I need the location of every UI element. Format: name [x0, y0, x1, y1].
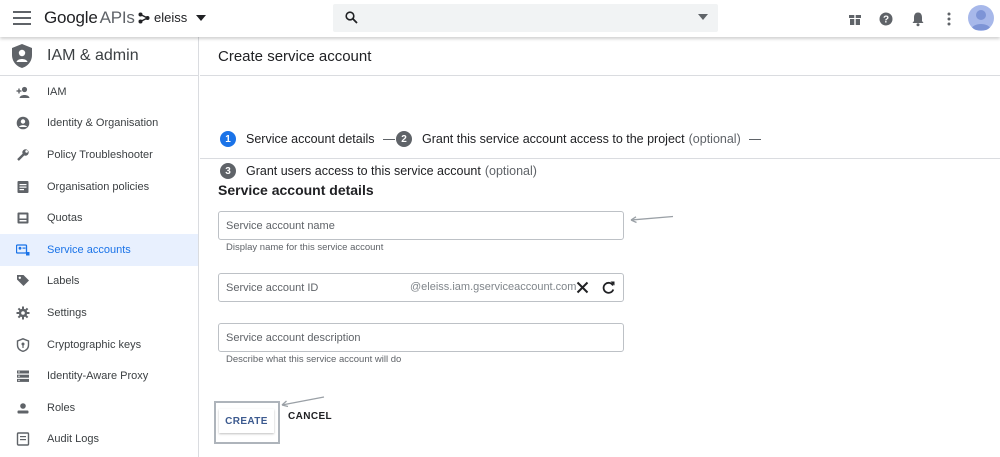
sidebar-title: IAM & admin	[47, 47, 139, 64]
policy-doc-icon	[17, 180, 29, 193]
avatar-person-icon	[971, 10, 991, 30]
sidebar-item-label: Quotas	[47, 212, 83, 225]
annotation-arrow-icon	[281, 396, 325, 408]
step-number: 1	[220, 131, 236, 147]
sidebar-item-label: Labels	[47, 275, 80, 288]
search-input[interactable]	[369, 8, 689, 28]
sidebar-item-iam[interactable]: IAM	[0, 76, 198, 108]
step-label: Service account details	[246, 132, 375, 146]
key-shield-icon	[16, 337, 30, 352]
service-account-name-input[interactable]	[226, 217, 411, 235]
search-icon	[345, 11, 358, 24]
svg-text:?: ?	[883, 15, 889, 26]
sidebar-item-settings[interactable]: Settings	[0, 297, 198, 329]
page-title: Create service account	[218, 48, 372, 65]
sidebar-item-service-accounts[interactable]: Service accounts	[0, 233, 198, 266]
annotation-arrow-icon	[630, 215, 674, 224]
sidebar-item-identity-aware-proxy[interactable]: Identity-Aware Proxy	[0, 360, 198, 392]
help-icon[interactable]: ?	[878, 11, 894, 27]
sidebar-item-label: Audit Logs	[47, 433, 99, 446]
description-hint: Describe what this service account will …	[226, 354, 402, 365]
sidebar-item-identity-organisation[interactable]: Identity & Organisation	[0, 108, 198, 140]
sidebar-item-label: Identity & Organisation	[47, 117, 159, 130]
service-account-id-input[interactable]	[226, 279, 411, 297]
service-account-icon	[16, 244, 30, 256]
wrench-icon	[17, 149, 29, 161]
create-button[interactable]: CREATE	[219, 409, 274, 433]
sidebar-item-label: IAM	[47, 85, 67, 98]
sidebar-item-roles[interactable]: Roles	[0, 392, 198, 424]
sidebar: IAM & admin IAM Identity & Organisation …	[0, 37, 199, 457]
more-vert-icon[interactable]	[941, 11, 957, 27]
search-bar[interactable]	[333, 4, 718, 32]
roles-icon	[17, 402, 29, 414]
sidebar-item-label: Policy Troubleshooter	[47, 148, 153, 161]
label-icon	[17, 275, 29, 287]
cancel-button[interactable]: CANCEL	[288, 411, 332, 422]
stepper: 1 Service account details 2 Grant this s…	[200, 76, 1000, 179]
service-account-name-field[interactable]	[218, 211, 624, 240]
stepper-divider	[200, 158, 1000, 159]
audit-icon	[16, 432, 30, 447]
step-number: 3	[220, 163, 236, 179]
sidebar-item-label: Service accounts	[47, 243, 131, 256]
step-connector	[748, 138, 761, 140]
step-label: Grant this service account access to the…	[422, 132, 685, 146]
sidebar-item-label: Roles	[47, 401, 76, 414]
person-add-icon	[16, 86, 30, 98]
sidebar-item-labels[interactable]: Labels	[0, 266, 198, 298]
step-label: Grant users access to this service accou…	[246, 164, 481, 178]
project-name: eleiss	[154, 10, 188, 25]
sidebar-item-label: Settings	[47, 306, 87, 319]
chevron-down-icon	[196, 14, 207, 21]
chevron-down-icon[interactable]	[698, 14, 708, 20]
project-icon	[138, 12, 150, 23]
step-optional: (optional)	[484, 164, 537, 178]
service-account-description-field[interactable]	[218, 323, 624, 352]
sidebar-item-organisation-policies[interactable]: Organisation policies	[0, 171, 198, 203]
sidebar-item-label: Cryptographic keys	[47, 338, 142, 351]
close-icon[interactable]	[576, 281, 589, 294]
project-selector[interactable]: eleiss	[138, 10, 207, 25]
google-apis-logo[interactable]: Google APIs	[44, 8, 135, 28]
logo-apis: APIs	[99, 8, 135, 27]
avatar[interactable]	[968, 5, 994, 31]
sidebar-header: IAM & admin	[0, 37, 198, 76]
logo-google: Google	[44, 8, 98, 27]
quota-icon	[17, 212, 29, 224]
gift-icon[interactable]	[847, 11, 863, 27]
step-3[interactable]: 3 Grant users access to this service acc…	[220, 163, 537, 179]
step-number: 2	[396, 131, 412, 147]
step-optional: (optional)	[688, 132, 741, 146]
settings-icon	[16, 306, 30, 320]
service-account-description-input[interactable]	[226, 329, 411, 347]
sidebar-item-audit-logs[interactable]: Audit Logs	[0, 424, 198, 456]
refresh-icon[interactable]	[601, 280, 616, 295]
name-hint: Display name for this service account	[226, 242, 384, 253]
top-app-bar: Google APIs eleiss ?	[0, 0, 1000, 37]
sidebar-item-cryptographic-keys[interactable]: Cryptographic keys	[0, 329, 198, 361]
iam-shield-icon	[12, 44, 32, 68]
menu-icon[interactable]	[13, 11, 31, 25]
account-circle-icon	[16, 117, 30, 130]
service-account-id-field[interactable]: @eleiss.iam.gserviceaccount.com	[218, 273, 624, 302]
step-2[interactable]: 2 Grant this service account access to t…	[396, 131, 761, 147]
proxy-icon	[17, 370, 29, 383]
sidebar-item-label: Organisation policies	[47, 180, 150, 193]
sidebar-item-quotas[interactable]: Quotas	[0, 202, 198, 234]
step-connector	[382, 138, 395, 140]
notifications-icon[interactable]	[910, 11, 926, 27]
main-content: Create service account 1 Service account…	[200, 37, 1000, 457]
sidebar-item-label: Identity-Aware Proxy	[47, 370, 149, 383]
id-domain-suffix: @eleiss.iam.gserviceaccount.com	[410, 281, 577, 293]
section-title: Service account details	[218, 182, 374, 198]
sidebar-item-policy-troubleshooter[interactable]: Policy Troubleshooter	[0, 139, 198, 171]
step-1[interactable]: 1 Service account details	[220, 131, 395, 147]
